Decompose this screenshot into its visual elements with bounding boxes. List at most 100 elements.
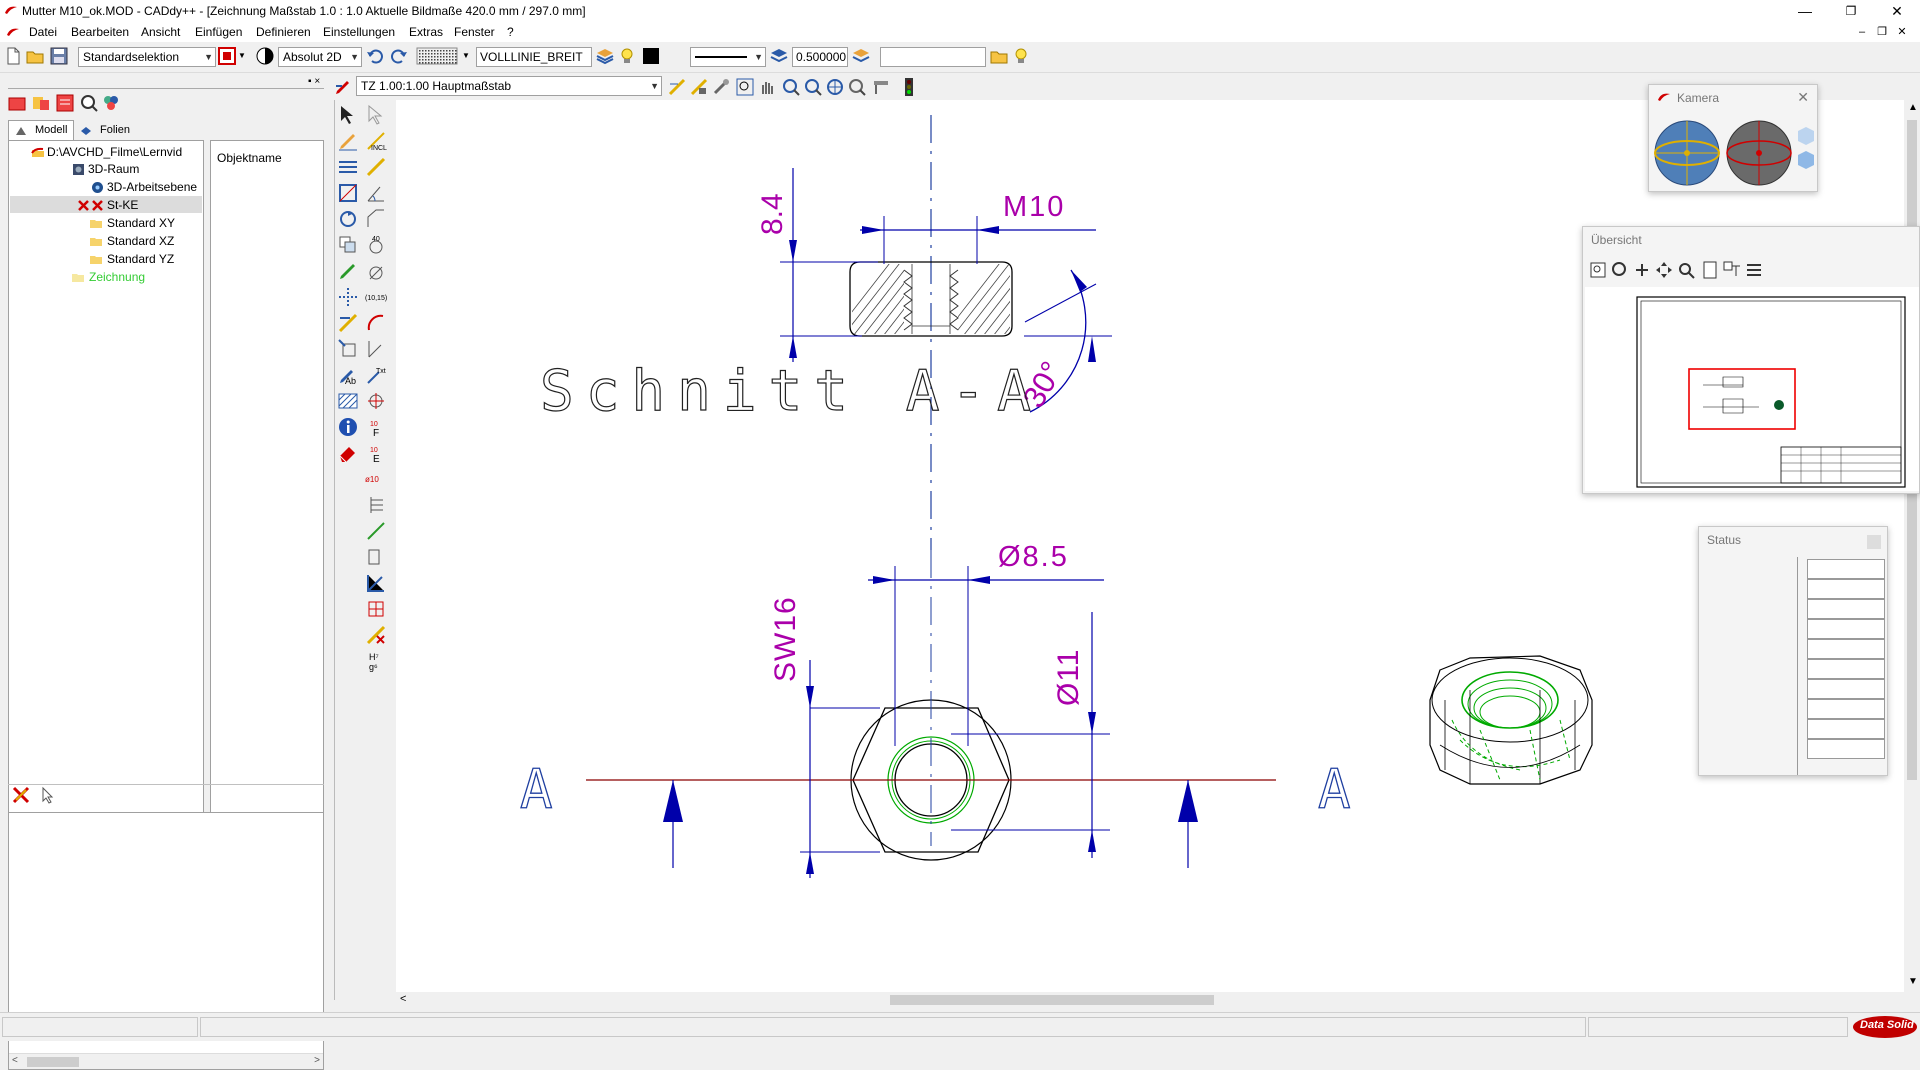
- coordinate-icon[interactable]: [256, 47, 274, 65]
- tree-item-zeichnung[interactable]: Zeichnung: [72, 270, 145, 284]
- line-width-layer-icon[interactable]: [770, 47, 788, 65]
- overview-thumbnail[interactable]: [1585, 287, 1919, 491]
- dim-thread-label[interactable]: M10: [1003, 191, 1065, 223]
- tolerance-icon[interactable]: ø10: [365, 468, 387, 490]
- tree-item-root[interactable]: D:\AVCHD_Filme\Lernvid: [31, 145, 182, 159]
- coordinate-dim-icon[interactable]: (10,15): [365, 286, 387, 308]
- zoom-in-icon[interactable]: [782, 78, 800, 96]
- dim-outer-label[interactable]: Ø11: [1052, 649, 1085, 706]
- doc-logo-icon[interactable]: [6, 27, 20, 37]
- hatch-icon[interactable]: [337, 390, 359, 412]
- line-style-select[interactable]: ▼: [690, 47, 766, 67]
- color-black-icon[interactable]: [642, 47, 660, 65]
- coordinate-mode-select[interactable]: Absolut 2D ▼: [278, 47, 362, 67]
- properties-icon[interactable]: [32, 94, 50, 112]
- menu-definieren[interactable]: Definieren: [256, 25, 311, 39]
- dim-height-label[interactable]: 8.4: [756, 193, 789, 235]
- delete-dim-icon[interactable]: [365, 624, 387, 646]
- rectangle-icon[interactable]: [337, 182, 359, 204]
- menu-fenster[interactable]: Fenster: [454, 25, 495, 39]
- edge-mark-icon[interactable]: 10E: [365, 442, 387, 464]
- copy-icon[interactable]: [337, 234, 359, 256]
- dim-swf-label[interactable]: SW16: [769, 596, 802, 682]
- text-scale-icon[interactable]: [337, 338, 359, 360]
- zoom-window-icon[interactable]: [736, 78, 754, 96]
- ov-zoom-fit-icon[interactable]: [1589, 261, 1607, 279]
- tab-modell[interactable]: Modell: [8, 120, 74, 140]
- break-line-icon[interactable]: [365, 520, 387, 542]
- hint-lightbulb-icon[interactable]: [1012, 47, 1030, 65]
- dimension-line-icon[interactable]: [365, 156, 387, 178]
- tree-item-3d-raum[interactable]: 3D-Raum: [73, 162, 139, 176]
- radius-dim-icon[interactable]: 40: [365, 234, 387, 256]
- tree-item-standard-yz[interactable]: Standard YZ: [90, 252, 174, 266]
- axis-dots-icon[interactable]: [337, 286, 359, 308]
- fit-tolerance-icon[interactable]: H⁷g⁶: [365, 650, 387, 672]
- arc-dim-icon[interactable]: [365, 312, 387, 334]
- menu-help[interactable]: ?: [507, 25, 514, 39]
- diameter-dim-icon[interactable]: [365, 260, 387, 282]
- menu-extras[interactable]: Extras: [409, 25, 443, 39]
- parallel-lines-icon[interactable]: [337, 156, 359, 178]
- select-arrow-icon[interactable]: [337, 104, 359, 126]
- lightbulb-icon[interactable]: [618, 47, 636, 65]
- chain-dim-icon[interactable]: [365, 494, 387, 516]
- scroll-left-icon[interactable]: <: [400, 993, 406, 1005]
- menu-datei[interactable]: Datei: [29, 25, 57, 39]
- scroll-up-icon[interactable]: ▲: [1908, 102, 1918, 113]
- line-width-field[interactable]: 0.500000: [792, 47, 848, 67]
- ov-page-icon[interactable]: [1701, 261, 1719, 279]
- datum-icon[interactable]: [365, 546, 387, 568]
- table-grid-icon[interactable]: [365, 572, 387, 594]
- tree-item-st-ke[interactable]: St-KE: [78, 198, 138, 212]
- camera-rotate-globe-icon[interactable]: [1653, 119, 1721, 187]
- new-file-icon[interactable]: [4, 47, 22, 65]
- leader-icon[interactable]: [365, 338, 387, 360]
- angle-dim-icon[interactable]: [365, 182, 387, 204]
- layer-manager-icon[interactable]: [668, 78, 686, 96]
- select-ghost-icon[interactable]: [365, 104, 387, 126]
- search-tree-icon[interactable]: [80, 94, 98, 112]
- open-folder-icon[interactable]: [26, 47, 44, 65]
- scroll-down-icon[interactable]: ▼: [1908, 976, 1918, 987]
- traffic-light-icon[interactable]: [900, 78, 918, 96]
- scroll-right-icon[interactable]: >: [314, 1055, 320, 1066]
- mdi-minimize-button[interactable]: –: [1852, 24, 1872, 40]
- ov-list-icon[interactable]: [1745, 261, 1763, 279]
- rotate-icon[interactable]: [337, 208, 359, 230]
- layer-stack-icon[interactable]: [596, 47, 614, 65]
- maximize-button[interactable]: ❐: [1828, 0, 1874, 22]
- mdi-close-button[interactable]: ✕: [1892, 24, 1912, 40]
- pan-hand-icon[interactable]: [758, 78, 776, 96]
- tab-folien[interactable]: Folien: [76, 122, 140, 140]
- text-edit-icon[interactable]: Ab: [337, 364, 359, 386]
- measure-icon[interactable]: [690, 78, 708, 96]
- menu-einfuegen[interactable]: Einfügen: [195, 25, 242, 39]
- info-icon[interactable]: [337, 416, 359, 438]
- model-tree-icon[interactable]: [8, 94, 26, 112]
- camera-orbit-globe-icon[interactable]: [1725, 119, 1793, 187]
- ov-zoom-in-icon[interactable]: [1611, 261, 1629, 279]
- menu-bearbeiten[interactable]: Bearbeiten: [71, 25, 129, 39]
- tree-item-3d-arbeitsebene[interactable]: 3D-Arbeitsebene: [92, 180, 197, 194]
- text-tool-icon[interactable]: Txt: [365, 364, 387, 386]
- line-pencil-icon[interactable]: [337, 130, 359, 152]
- redo-icon[interactable]: [390, 47, 408, 65]
- tree-item-standard-xy[interactable]: Standard XY: [90, 216, 175, 230]
- zoom-all-icon[interactable]: [826, 78, 844, 96]
- color-settings-icon[interactable]: [102, 94, 120, 112]
- open-library-icon[interactable]: [990, 47, 1008, 65]
- properties-hscroll-thumb[interactable]: [27, 1057, 79, 1067]
- pointer-select-icon[interactable]: [38, 786, 56, 804]
- eraser-icon[interactable]: [337, 442, 359, 464]
- undo-icon[interactable]: [366, 47, 384, 65]
- hscroll-thumb[interactable]: [890, 995, 1214, 1005]
- ov-pan-icon[interactable]: [1633, 261, 1651, 279]
- ov-search-icon[interactable]: [1677, 261, 1695, 279]
- snap-pencil-icon[interactable]: [334, 78, 352, 96]
- drawing-layer-select[interactable]: TZ 1.00:1.00 Hauptmaßstab ▼: [356, 76, 662, 96]
- search-field[interactable]: [880, 47, 986, 67]
- zoom-previous-icon[interactable]: [848, 78, 866, 96]
- close-button[interactable]: ✕: [1874, 0, 1920, 22]
- tools-icon[interactable]: [712, 78, 730, 96]
